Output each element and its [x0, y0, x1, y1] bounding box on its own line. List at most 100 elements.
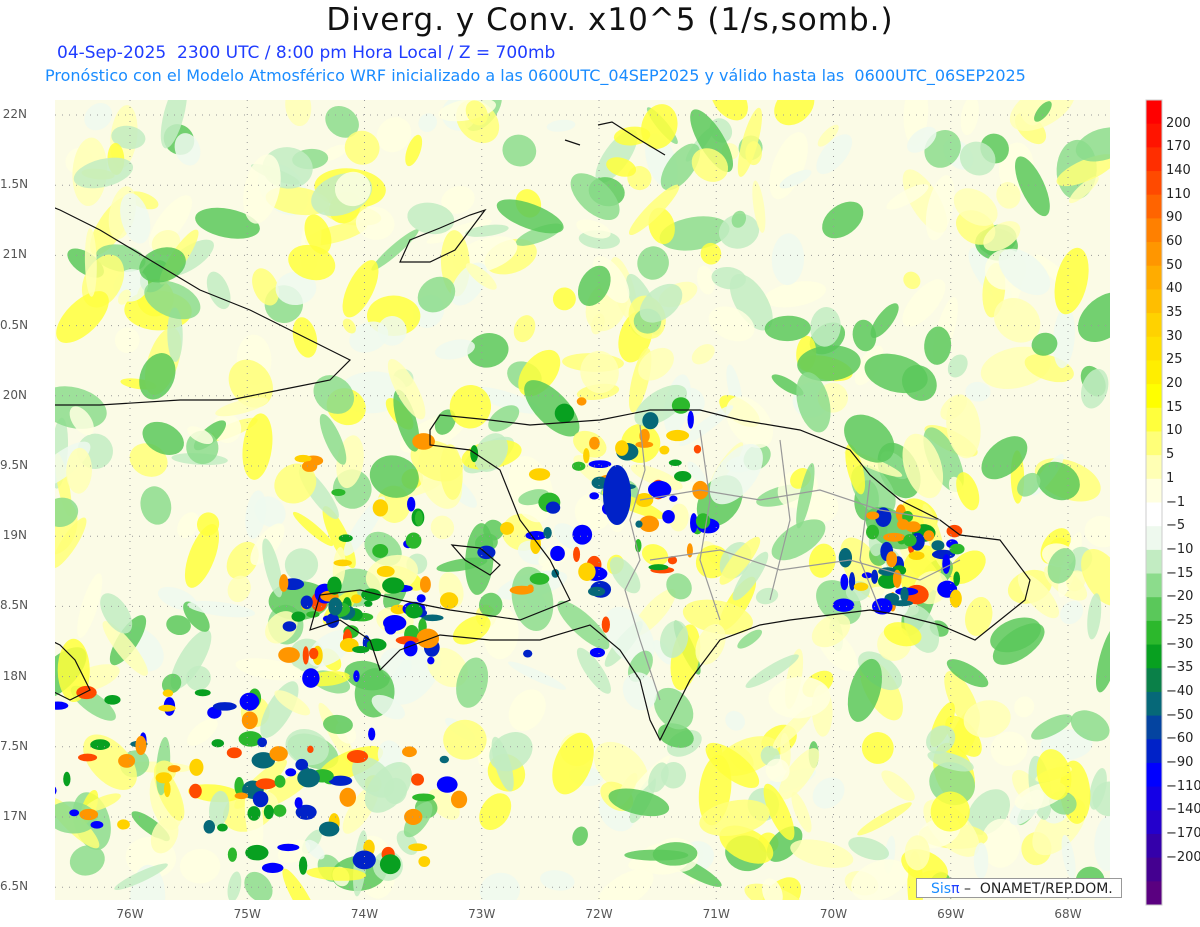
colorbar-label: 30: [1166, 328, 1183, 344]
colorbar-bin: [1146, 620, 1162, 646]
field-blob: [376, 565, 395, 577]
field-blob: [363, 600, 373, 607]
field-blob: [21, 751, 36, 769]
field-blob: [55, 701, 69, 710]
colorbar-bin: [1146, 786, 1162, 811]
field-blob: [695, 513, 711, 529]
lat-tick-label: 1.5N: [0, 177, 29, 192]
field-blob: [908, 551, 925, 561]
field-blob: [439, 592, 459, 609]
field-blob: [382, 577, 405, 594]
colorbar-label: 20: [1166, 376, 1183, 392]
field-blob: [671, 397, 691, 414]
colorbar-label: −110: [1166, 778, 1200, 794]
field-blob: [470, 445, 479, 463]
colorbar-label: 1: [1166, 470, 1175, 486]
field-blob: [291, 611, 306, 622]
lon-tick-label: 71W: [702, 907, 730, 921]
field-blob: [642, 412, 659, 430]
field-blob: [163, 781, 171, 798]
colorbar-bin: [1146, 171, 1162, 196]
field-blob: [162, 689, 174, 697]
field-blob: [405, 532, 422, 549]
field-blob: [11, 764, 19, 770]
field-blob: [307, 745, 314, 754]
field-blob: [891, 600, 913, 607]
field-blob: [529, 572, 550, 585]
field-blob: [674, 471, 692, 482]
field-blob: [871, 569, 879, 584]
field-blob: [79, 808, 99, 821]
colorbar-label: 200: [1166, 115, 1191, 131]
colorbar-label: −20: [1166, 589, 1194, 605]
field-blob: [26, 714, 33, 731]
field-blob: [274, 775, 286, 788]
field-blob: [436, 776, 458, 793]
field-blob: [669, 495, 678, 502]
field-blob: [615, 440, 629, 456]
field-blob: [601, 616, 610, 633]
field-blob: [117, 819, 130, 830]
lat-tick-label: 21N: [2, 247, 27, 262]
field-blob: [416, 628, 440, 649]
field-blob: [949, 589, 962, 608]
field-blob: [648, 564, 669, 571]
colorbar-bin: [1146, 857, 1162, 882]
field-blob: [69, 809, 80, 817]
colorbar-bin: [1146, 265, 1162, 290]
field-blob: [589, 647, 606, 658]
field-blob: [247, 806, 261, 821]
colorbar-bin: [1146, 336, 1162, 361]
field-blob: [189, 783, 202, 799]
field-blob: [838, 548, 853, 568]
field-blob: [245, 844, 269, 861]
field-blob: [0, 780, 17, 799]
colorbar-bin: [1146, 360, 1162, 385]
colorbar-bin: [1146, 881, 1162, 906]
field-blob: [352, 645, 370, 654]
lat-tick-label: 6.5N: [0, 879, 29, 894]
field-blob: [167, 765, 181, 773]
colorbar-bin: [1146, 526, 1162, 551]
colorbar-label: −200: [1166, 849, 1200, 865]
field-blob: [443, 719, 487, 760]
field-blob: [686, 543, 693, 558]
field-blob: [294, 797, 303, 809]
lat-tick-label: 0.5N: [0, 317, 29, 332]
colorbar-label: −50: [1166, 707, 1194, 723]
colorbar-bin: [1146, 644, 1162, 669]
colorbar-bin: [1146, 100, 1162, 125]
colorbar-label: −25: [1166, 612, 1194, 628]
field-blob: [255, 778, 277, 790]
lon-tick-label: 76W: [116, 907, 144, 921]
colorbar-bin: [1146, 384, 1162, 409]
colorbar-label: 60: [1166, 234, 1183, 250]
field-blob: [687, 410, 694, 429]
field-blob: [239, 692, 260, 711]
colorbar-label: 40: [1166, 281, 1183, 297]
field-blob: [297, 768, 320, 788]
colorbar-bin: [1146, 478, 1162, 503]
field-blob: [217, 823, 228, 832]
field-blob: [118, 754, 136, 768]
field-blob: [372, 543, 389, 558]
field-blob: [576, 397, 587, 406]
lon-tick-label: 72W: [585, 907, 613, 921]
colorbar-label: 5: [1166, 447, 1175, 463]
lon-tick-label: 68W: [1054, 907, 1082, 921]
colorbar-bin: [1146, 502, 1162, 527]
colorbar-bin: [1146, 762, 1162, 788]
field-blob: [450, 790, 468, 809]
field-blob: [135, 735, 147, 756]
lon-tick-label: 69W: [937, 907, 965, 921]
field-blob: [589, 492, 600, 500]
colorbar-label: −15: [1166, 565, 1194, 581]
field-blob: [923, 530, 935, 542]
field-blob: [252, 790, 269, 808]
field-blob: [973, 842, 989, 879]
field-blob: [383, 615, 407, 631]
field-blob: [402, 746, 417, 758]
lat-tick-label: 22N: [2, 107, 27, 121]
field-blob: [403, 640, 418, 657]
pi-logo-icon: π: [951, 881, 960, 897]
